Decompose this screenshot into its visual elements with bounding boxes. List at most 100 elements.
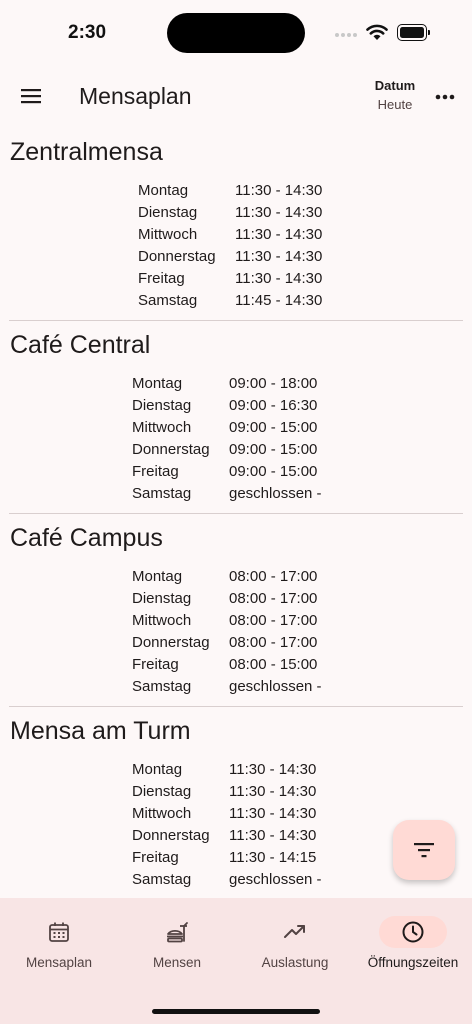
hours-row: Dienstag 08:00 - 17:00 xyxy=(132,588,322,610)
hours-row: Samstag geschlossen - xyxy=(132,483,322,505)
location-section: Café Central Montag 09:00 - 18:00 Diensta… xyxy=(0,321,472,514)
page-title: Mensaplan xyxy=(79,83,192,109)
time-range: 09:00 - 15:00 xyxy=(229,463,318,480)
nav-item-mensen[interactable]: Mensen xyxy=(118,898,236,988)
hours-row: Samstag geschlossen - xyxy=(132,676,322,698)
time-range: 11:30 - 14:30 xyxy=(235,248,323,265)
restaurant-icon xyxy=(167,922,188,943)
time-range: 09:00 - 16:30 xyxy=(229,397,318,414)
day-label: Donnerstag xyxy=(132,441,210,458)
time-range: geschlossen - xyxy=(229,871,322,888)
status-time: 2:30 xyxy=(68,22,107,43)
day-label: Mittwoch xyxy=(138,226,198,243)
hours-table: Montag 09:00 - 18:00 Dienstag 09:00 - 16:3… xyxy=(132,373,322,505)
hours-row: Freitag 11:30 - 14:15 xyxy=(132,847,322,869)
hours-row: Montag 11:30 - 14:30 xyxy=(138,180,322,202)
hours-table: Montag 08:00 - 17:00 Dienstag 08:00 - 17:0… xyxy=(132,566,322,698)
time-range: 09:00 - 15:00 xyxy=(229,419,318,436)
time-range: 08:00 - 17:00 xyxy=(229,634,318,651)
hours-row: Samstag 11:45 - 14:30 xyxy=(138,290,322,312)
bottom-navigation: Mensaplan Mensen Auslastung Öffnungszeit… xyxy=(0,898,472,1024)
time-range: 11:30 - 14:30 xyxy=(235,182,323,199)
day-label: Mittwoch xyxy=(132,419,192,436)
clock-icon xyxy=(402,921,424,943)
day-label: Montag xyxy=(132,375,183,392)
day-label: Freitag xyxy=(138,270,185,287)
hours-row: Mittwoch 09:00 - 15:00 xyxy=(132,417,322,439)
hours-row: Dienstag 09:00 - 16:30 xyxy=(132,395,322,417)
time-range: 11:30 - 14:30 xyxy=(229,805,317,822)
day-label: Donnerstag xyxy=(138,248,216,265)
filter-button[interactable] xyxy=(393,820,455,880)
day-label: Samstag xyxy=(138,292,198,309)
time-range: 11:45 - 14:30 xyxy=(235,292,323,309)
time-range: 11:30 - 14:30 xyxy=(235,226,323,243)
calendar-icon xyxy=(49,922,69,942)
hours-row: Dienstag 11:30 - 14:30 xyxy=(132,781,322,803)
hours-table: Montag 11:30 - 14:30 Dienstag 11:30 - 14:3… xyxy=(132,759,322,891)
day-label: Samstag xyxy=(132,871,192,888)
hours-row: Donnerstag 11:30 - 14:30 xyxy=(132,825,322,847)
hours-row: Dienstag 11:30 - 14:30 xyxy=(138,202,322,224)
nav-item-auslastung[interactable]: Auslastung xyxy=(236,898,354,988)
nav-label: Öffnungszeiten xyxy=(367,955,459,970)
time-range: 08:00 - 17:00 xyxy=(229,590,318,607)
time-range: 08:00 - 17:00 xyxy=(229,612,318,629)
hours-row: Mittwoch 11:30 - 14:30 xyxy=(138,224,322,246)
time-range: 11:30 - 14:30 xyxy=(229,783,317,800)
menu-button[interactable] xyxy=(14,79,48,113)
day-label: Dienstag xyxy=(138,204,198,221)
hours-row: Freitag 09:00 - 15:00 xyxy=(132,461,322,483)
day-label: Montag xyxy=(132,568,183,585)
hamburger-menu-icon xyxy=(21,89,41,104)
date-selector[interactable]: Datum Heute xyxy=(362,78,428,112)
location-name: Zentralmensa xyxy=(10,138,163,166)
day-label: Dienstag xyxy=(132,397,192,414)
hours-row: Donnerstag 09:00 - 15:00 xyxy=(132,439,322,461)
day-label: Dienstag xyxy=(132,783,192,800)
day-label: Freitag xyxy=(132,463,179,480)
app-bar: Mensaplan Datum Heute xyxy=(0,64,472,128)
nav-item-oeffnungszeiten[interactable]: Öffnungszeiten xyxy=(354,898,472,988)
location-name: Mensa am Turm xyxy=(10,717,191,745)
day-label: Samstag xyxy=(132,485,192,502)
trending-up-icon xyxy=(284,925,305,938)
battery-icon xyxy=(397,24,431,41)
location-section: Café Campus Montag 08:00 - 17:00 Dienstag… xyxy=(0,514,472,707)
more-horizontal-icon xyxy=(435,94,455,100)
status-bar: 2:30 xyxy=(0,0,472,64)
nav-icon-container xyxy=(25,916,93,948)
time-range: 09:00 - 18:00 xyxy=(229,375,318,392)
hours-row: Donnerstag 11:30 - 14:30 xyxy=(138,246,322,268)
time-range: geschlossen - xyxy=(229,678,322,695)
time-range: 09:00 - 15:00 xyxy=(229,441,318,458)
nav-label: Auslastung xyxy=(261,955,329,970)
time-range: 11:30 - 14:30 xyxy=(229,827,317,844)
day-label: Donnerstag xyxy=(132,634,210,651)
hours-row: Montag 08:00 - 17:00 xyxy=(132,566,322,588)
more-options-button[interactable] xyxy=(430,82,460,112)
day-label: Montag xyxy=(132,761,183,778)
hours-row: Freitag 11:30 - 14:30 xyxy=(138,268,322,290)
date-value: Heute xyxy=(377,97,413,112)
nav-icon-container xyxy=(143,916,211,948)
day-label: Montag xyxy=(138,182,189,199)
nav-icon-container xyxy=(379,916,447,948)
hours-table: Montag 11:30 - 14:30 Dienstag 11:30 - 14:3… xyxy=(138,180,322,312)
home-indicator[interactable] xyxy=(152,1009,320,1014)
hours-row: Donnerstag 08:00 - 17:00 xyxy=(132,632,322,654)
location-name: Café Campus xyxy=(10,524,163,552)
day-label: Mittwoch xyxy=(132,805,192,822)
hours-row: Montag 11:30 - 14:30 xyxy=(132,759,322,781)
cellular-signal-icon xyxy=(335,33,357,37)
nav-item-mensaplan[interactable]: Mensaplan xyxy=(0,898,118,988)
time-range: 08:00 - 17:00 xyxy=(229,568,318,585)
location-section: Zentralmensa Montag 11:30 - 14:30 Diensta… xyxy=(0,128,472,321)
day-label: Mittwoch xyxy=(132,612,192,629)
opening-hours-list[interactable]: Zentralmensa Montag 11:30 - 14:30 Diensta… xyxy=(0,128,472,898)
day-label: Donnerstag xyxy=(132,827,210,844)
day-label: Freitag xyxy=(132,656,179,673)
nav-label: Mensaplan xyxy=(25,955,93,970)
time-range: 11:30 - 14:30 xyxy=(235,270,323,287)
filter-icon xyxy=(414,843,434,858)
